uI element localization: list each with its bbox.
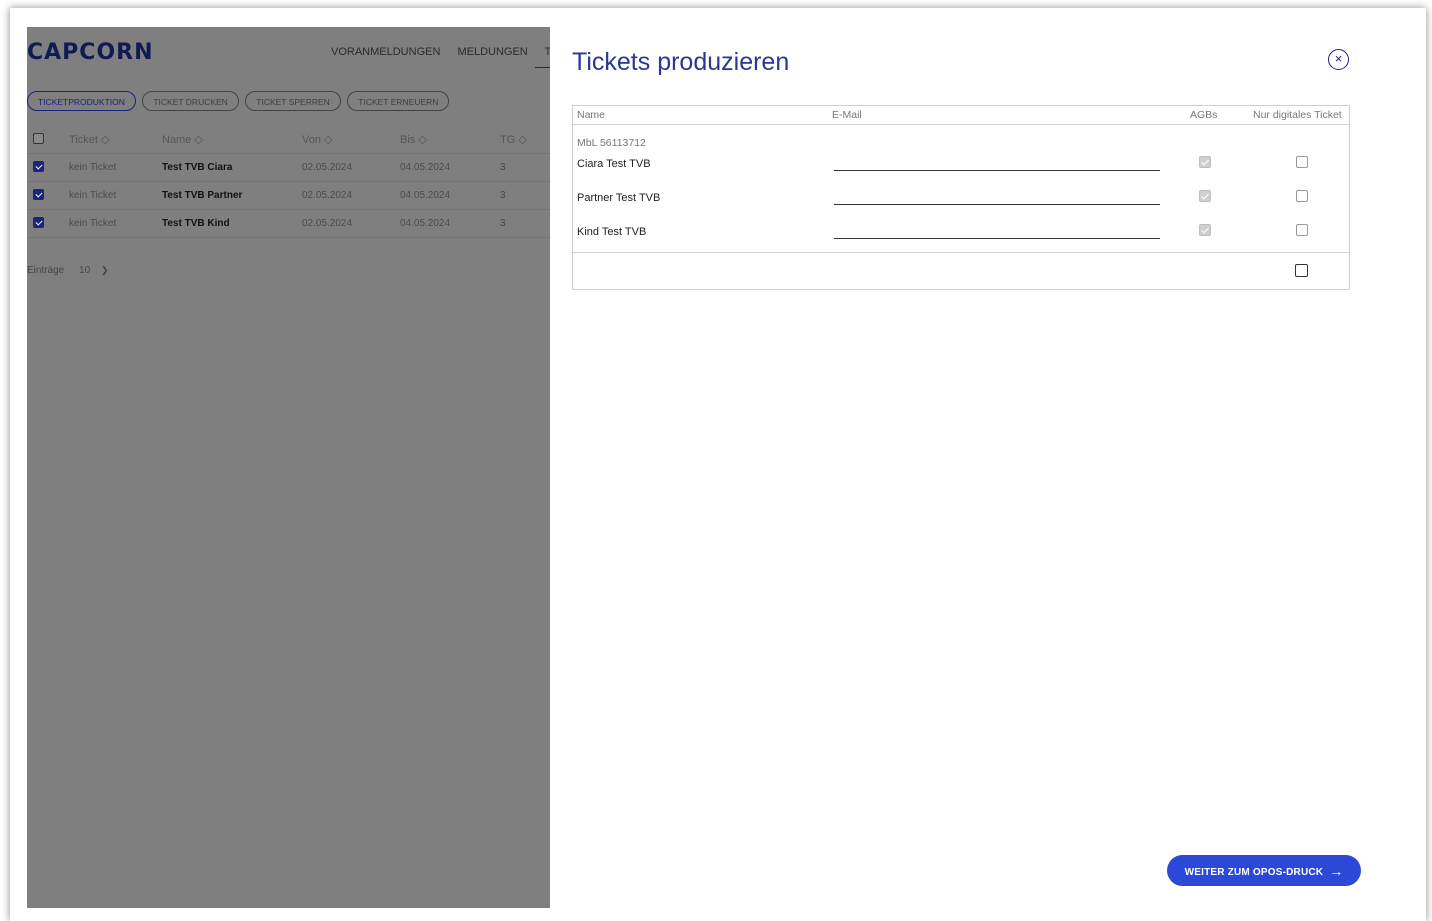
background-app: CAPCORN VORANMELDUNGEN MELDUNGEN T TICKE… bbox=[27, 27, 550, 908]
cell-name: Test TVB Kind bbox=[162, 218, 230, 229]
cell-bis: 04.05.2024 bbox=[400, 162, 451, 173]
entries-per-page[interactable]: Einträge 10 ❯ bbox=[27, 265, 108, 276]
cell-von: 02.05.2024 bbox=[302, 218, 353, 229]
table-header-row: Ticket ◇ Name ◇ Von ◇ Bis ◇ TG ◇ bbox=[27, 126, 550, 154]
col-ticket[interactable]: Ticket ◇ bbox=[69, 133, 109, 146]
pill-ticket-drucken[interactable]: TICKET DRUCKEN bbox=[142, 91, 239, 111]
agb-checkbox[interactable] bbox=[1199, 224, 1211, 236]
nav-tickets[interactable]: T bbox=[545, 46, 550, 58]
cell-name: Test TVB Ciara bbox=[162, 162, 233, 173]
cell-tg: 3 bbox=[500, 190, 506, 201]
person-row: Partner Test TVB bbox=[573, 190, 1349, 226]
pill-ticketproduktion[interactable]: TICKETPRODUKTION bbox=[27, 91, 136, 111]
col-name[interactable]: Name ◇ bbox=[162, 133, 203, 146]
nav-active-indicator bbox=[535, 67, 550, 68]
pill-ticket-erneuern[interactable]: TICKET ERNEUERN bbox=[347, 91, 450, 111]
select-all-checkbox[interactable] bbox=[33, 133, 44, 144]
person-name: Partner Test TVB bbox=[577, 192, 661, 204]
person-name: Kind Test TVB bbox=[577, 226, 647, 238]
person-name: Ciara Test TVB bbox=[577, 158, 651, 170]
digital-ticket-all-checkbox[interactable] bbox=[1295, 264, 1308, 277]
col-bis[interactable]: Bis ◇ bbox=[400, 133, 427, 146]
table-row[interactable]: kein Ticket Test TVB Ciara 02.05.2024 04… bbox=[27, 154, 550, 182]
cell-tg: 3 bbox=[500, 162, 506, 173]
top-navigation: VORANMELDUNGEN MELDUNGEN T bbox=[331, 46, 550, 58]
col-von[interactable]: Von ◇ bbox=[302, 133, 332, 146]
grid-header: Name E-Mail AGBs Nur digitales Ticket bbox=[573, 106, 1349, 125]
row-checkbox[interactable] bbox=[33, 217, 44, 228]
close-icon[interactable]: × bbox=[1328, 49, 1349, 70]
person-row: Kind Test TVB bbox=[573, 224, 1349, 260]
email-field[interactable] bbox=[834, 224, 1160, 239]
ticket-grid: Name E-Mail AGBs Nur digitales Ticket Mb… bbox=[572, 105, 1350, 290]
cell-name: Test TVB Partner bbox=[162, 190, 243, 201]
next-button-label: WEITER ZUM OPOS-DRUCK bbox=[1184, 867, 1324, 878]
digital-ticket-checkbox[interactable] bbox=[1296, 190, 1308, 202]
grid-col-agb: AGBs bbox=[1190, 109, 1218, 121]
arrow-right-icon: → bbox=[1329, 863, 1344, 879]
app-logo: CAPCORN bbox=[27, 40, 154, 65]
cell-ticket: kein Ticket bbox=[69, 162, 117, 173]
table-row[interactable]: kein Ticket Test TVB Partner 02.05.2024 … bbox=[27, 182, 550, 210]
nav-voranmeldungen[interactable]: VORANMELDUNGEN bbox=[331, 46, 440, 58]
cell-von: 02.05.2024 bbox=[302, 190, 353, 201]
entries-value[interactable]: 10 bbox=[79, 265, 90, 276]
grid-divider bbox=[573, 252, 1349, 253]
email-field[interactable] bbox=[834, 156, 1160, 171]
grid-col-email: E-Mail bbox=[832, 109, 862, 121]
ticket-action-pills: TICKETPRODUKTION TICKET DRUCKEN TICKET S… bbox=[27, 91, 451, 111]
entries-label: Einträge bbox=[27, 265, 65, 276]
cell-von: 02.05.2024 bbox=[302, 162, 353, 173]
row-checkbox[interactable] bbox=[33, 189, 44, 200]
cell-bis: 04.05.2024 bbox=[400, 190, 451, 201]
digital-ticket-checkbox[interactable] bbox=[1296, 224, 1308, 236]
cell-bis: 04.05.2024 bbox=[400, 218, 451, 229]
nav-meldungen[interactable]: MELDUNGEN bbox=[457, 46, 527, 58]
group-label: MbL 56113712 bbox=[577, 137, 646, 149]
digital-ticket-checkbox[interactable] bbox=[1296, 156, 1308, 168]
cell-tg: 3 bbox=[500, 218, 506, 229]
email-field[interactable] bbox=[834, 190, 1160, 205]
person-row: Ciara Test TVB bbox=[573, 156, 1349, 192]
grid-col-name: Name bbox=[577, 109, 606, 121]
row-checkbox[interactable] bbox=[33, 161, 44, 172]
next-to-opos-print-button[interactable]: WEITER ZUM OPOS-DRUCK → bbox=[1167, 855, 1361, 886]
cell-ticket: kein Ticket bbox=[69, 190, 117, 201]
agb-checkbox[interactable] bbox=[1199, 190, 1211, 202]
chevron-down-icon[interactable]: ❯ bbox=[101, 265, 109, 276]
agb-checkbox[interactable] bbox=[1199, 156, 1211, 168]
table-row[interactable]: kein Ticket Test TVB Kind 02.05.2024 04.… bbox=[27, 210, 550, 238]
col-tg[interactable]: TG ◇ bbox=[500, 133, 527, 146]
pill-ticket-sperren[interactable]: TICKET SPERREN bbox=[245, 91, 341, 111]
cell-ticket: kein Ticket bbox=[69, 218, 117, 229]
grid-col-digital: Nur digitales Ticket bbox=[1253, 109, 1342, 121]
guest-table: Ticket ◇ Name ◇ Von ◇ Bis ◇ TG ◇ kein Ti… bbox=[27, 126, 550, 238]
panel-title: Tickets produzieren bbox=[572, 48, 790, 76]
